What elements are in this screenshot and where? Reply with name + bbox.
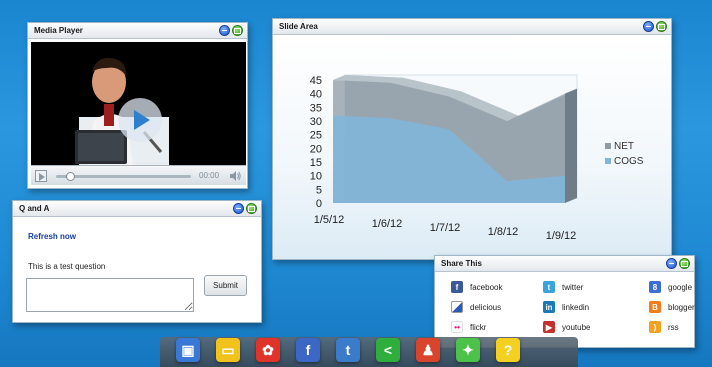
share-twitter[interactable]: t twitter (543, 281, 583, 293)
time-display: 00:00 (199, 171, 220, 180)
dock-video-icon[interactable]: ▣ (176, 338, 200, 362)
y-tick-label: 25 (310, 130, 322, 142)
legend-label-net: NET (614, 141, 634, 152)
x-tick-label: 1/8/12 (488, 226, 519, 238)
legend-label-cogs: COGS (614, 156, 644, 167)
dock-facebook-icon[interactable]: f (296, 338, 320, 362)
slide-area-header: Slide Area (273, 19, 671, 35)
maximize-button[interactable] (679, 258, 690, 269)
seek-knob[interactable] (66, 172, 75, 181)
question-label: This is a test question (28, 262, 106, 271)
y-tick-label: 5 (316, 184, 322, 196)
legend-swatch (605, 158, 611, 164)
minimize-button[interactable] (233, 203, 244, 214)
answer-input[interactable] (26, 278, 194, 312)
seek-bar[interactable] (56, 172, 191, 181)
share-label: blogger (668, 302, 695, 312)
linkedin-icon: in (543, 301, 555, 313)
y-tick-label: 40 (310, 89, 322, 101)
x-tick-label: 1/9/12 (546, 230, 577, 242)
share-label: flickr (470, 322, 487, 332)
facebook-icon: f (451, 281, 463, 293)
qa-title: Q and A (19, 204, 50, 213)
google-icon: 8 (649, 281, 661, 293)
share-google[interactable]: 8 google (649, 281, 692, 293)
maximize-button[interactable] (246, 203, 257, 214)
refresh-link[interactable]: Refresh now (28, 232, 76, 241)
maximize-button[interactable] (232, 25, 243, 36)
blogger-icon: B (649, 301, 661, 313)
x-tick-label: 1/6/12 (372, 218, 403, 230)
minimize-button[interactable] (219, 25, 230, 36)
y-tick-label: 30 (310, 116, 322, 128)
minimize-button[interactable] (643, 21, 654, 32)
delicious-icon (451, 301, 463, 313)
media-player-panel: Media Player 00:00 (27, 22, 248, 189)
video-area[interactable] (31, 42, 246, 184)
dock-help-icon[interactable]: ? (496, 338, 520, 362)
share-delicious[interactable]: delicious (451, 301, 501, 313)
share-grid: f facebook t twitter 8 google delicious in linke… (435, 273, 695, 347)
share-label: delicious (470, 302, 502, 312)
rss-icon: ) (649, 321, 661, 333)
share-label: twitter (562, 282, 584, 292)
play-button[interactable] (118, 98, 162, 142)
media-player-title: Media Player (34, 26, 83, 35)
x-tick-label: 1/7/12 (430, 222, 461, 234)
submit-button[interactable]: Submit (204, 275, 247, 296)
dock-twitter-icon[interactable]: t (336, 338, 360, 362)
share-rss[interactable]: ) rss (649, 321, 679, 333)
dock-people-icon[interactable]: ♟ (416, 338, 440, 362)
series-net-side (565, 88, 577, 203)
y-tick-label: 0 (316, 198, 322, 210)
share-blogger[interactable]: Bblogger (649, 301, 695, 313)
slide-area-title: Slide Area (279, 22, 318, 31)
y-tick-label: 15 (310, 157, 322, 169)
share-facebook[interactable]: f facebook (451, 281, 502, 293)
dock-slides-icon[interactable]: ▭ (216, 338, 240, 362)
legend-swatch (605, 143, 611, 149)
dock-share-icon[interactable]: < (376, 338, 400, 362)
y-tick-label: 10 (310, 171, 322, 183)
play-control-button[interactable] (35, 170, 47, 182)
y-tick-label: 20 (310, 143, 322, 155)
flickr-icon: •• (451, 321, 463, 333)
minimize-button[interactable] (666, 258, 677, 269)
twitter-icon: t (543, 281, 555, 293)
x-tick-label: 1/5/12 (314, 214, 345, 226)
dock-chat-icon[interactable]: ✿ (256, 338, 280, 362)
slide-body: 0 5 10 15 20 25 30 35 40 45 1/5/12 1/6/12 1/7/12 1/8/… (273, 36, 671, 259)
dock-idea-icon[interactable]: ✦ (456, 338, 480, 362)
area-chart: 0 510 15 2025 30 3540 45 1/5/12 1/6/12 1/7/12 1/8/… (310, 74, 644, 242)
share-panel: Share This f facebook t twitter 8 google delic… (434, 255, 695, 348)
media-player-header: Media Player (28, 23, 247, 39)
slide-area-panel: Slide Area 0 5 10 15 20 25 30 35 40 45 1/5/12 1/6/1… (272, 18, 672, 260)
share-label: google (668, 282, 693, 292)
share-youtube[interactable]: ▶ youtube (543, 321, 590, 333)
share-linkedin[interactable]: in linkedin (543, 301, 589, 313)
volume-icon[interactable] (229, 170, 241, 182)
qa-panel: Q and A Refresh now This is a test quest… (12, 200, 262, 323)
share-label: rss (668, 322, 679, 332)
maximize-button[interactable] (656, 21, 667, 32)
y-tick-label: 35 (310, 102, 322, 114)
share-flickr[interactable]: •• flickr (451, 321, 486, 333)
share-header: Share This (435, 256, 694, 272)
share-title: Share This (441, 259, 482, 268)
share-label: facebook (470, 282, 503, 292)
youtube-icon: ▶ (543, 321, 555, 333)
share-label: youtube (562, 322, 591, 332)
share-label: linkedin (562, 302, 590, 312)
y-tick-label: 45 (310, 75, 322, 87)
qa-header: Q and A (13, 201, 261, 217)
player-controls: 00:00 (31, 165, 246, 185)
